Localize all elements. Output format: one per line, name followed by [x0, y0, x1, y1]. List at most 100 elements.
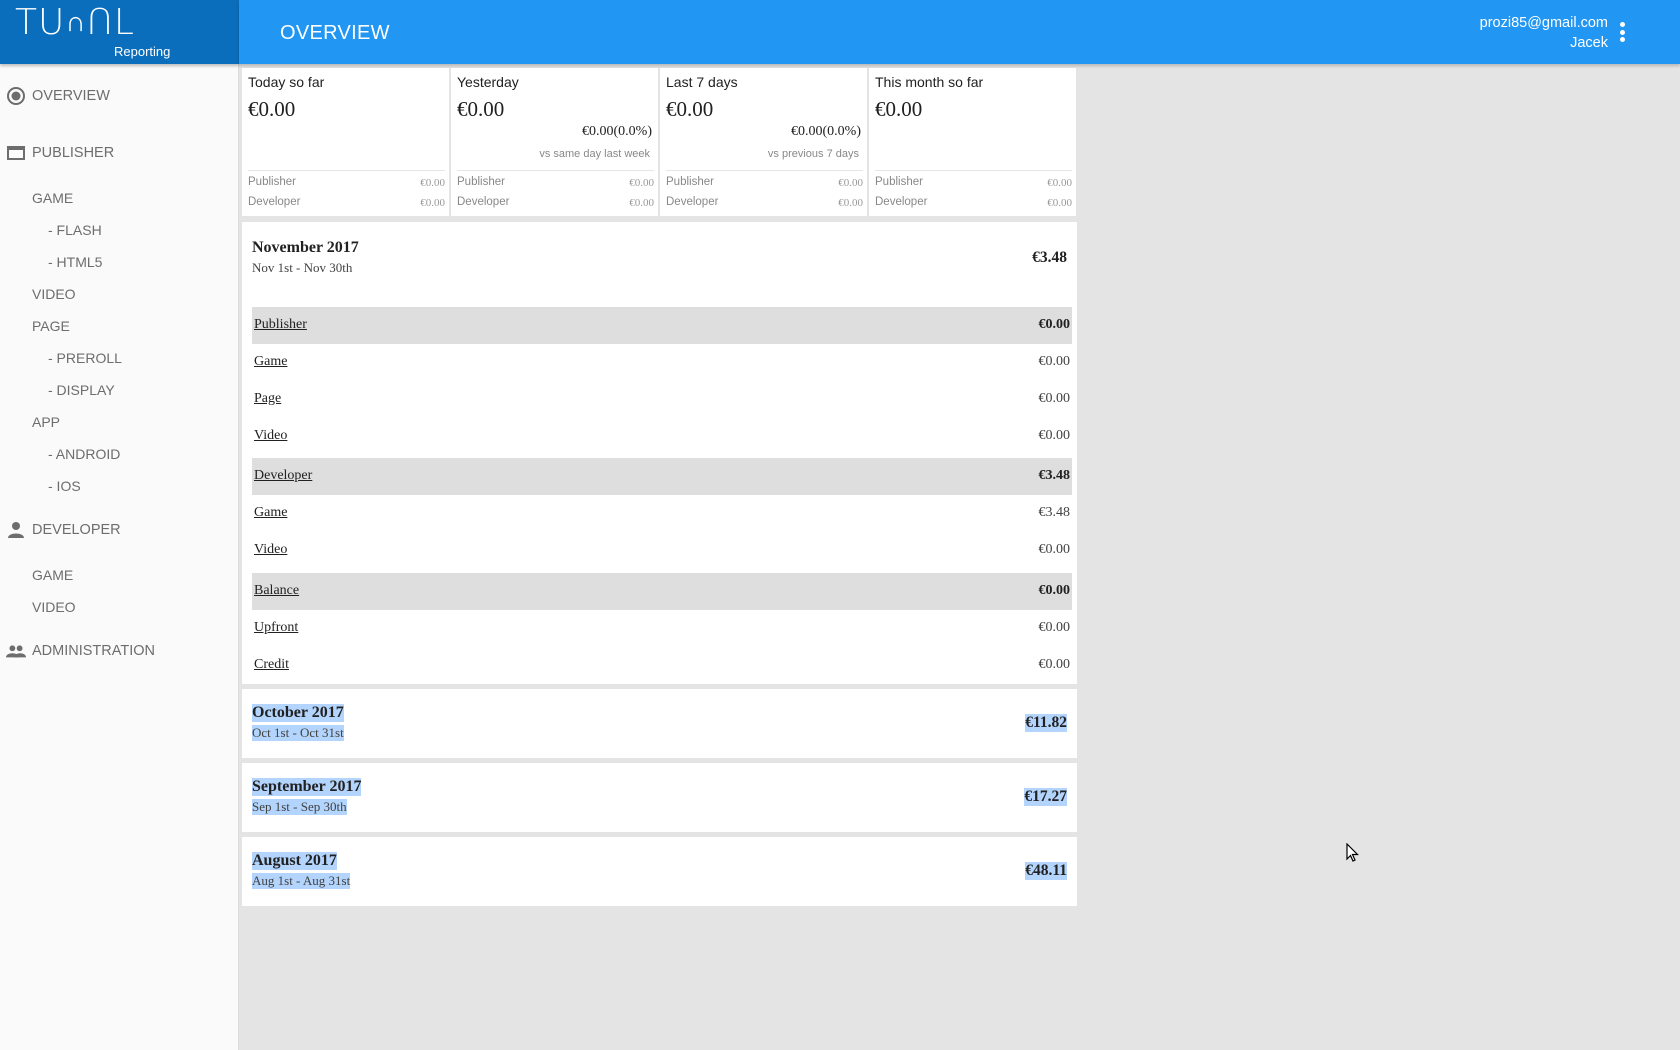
more-vert-icon[interactable] — [1618, 22, 1626, 42]
logo[interactable]: TU∩ՈL Reporting — [0, 0, 239, 64]
sidebar-item-label: VIDEO — [32, 599, 76, 615]
row-value: €0.00 — [1047, 177, 1072, 189]
sidebar-item-developer-video[interactable]: VIDEO — [0, 593, 239, 621]
sidebar-item-developer-game[interactable]: GAME — [0, 561, 239, 589]
sidebar: TU∩ՈL Reporting OVERVIEW PUBLISHER GAME … — [0, 0, 239, 1050]
sidebar-item-publisher-page[interactable]: PAGE — [0, 312, 239, 340]
sidebar-item-publisher-game[interactable]: GAME — [0, 184, 239, 212]
sidebar-item-publisher[interactable]: PUBLISHER — [0, 139, 239, 167]
month-name: October 2017 — [252, 704, 344, 722]
breakdown-link[interactable]: Balance — [254, 583, 299, 599]
month-name: November 2017 — [252, 239, 359, 256]
row-label: Publisher — [666, 176, 714, 188]
row-label: Developer — [875, 196, 928, 208]
breakdown-value: €0.00 — [1038, 354, 1071, 369]
card-divider — [875, 170, 1072, 171]
month-total: €11.82 — [1025, 714, 1067, 732]
row-value: €0.00 — [629, 177, 654, 189]
sidebar-item-developer[interactable]: DEVELOPER — [0, 516, 239, 544]
breakdown-link[interactable]: Upfront — [254, 620, 298, 636]
month-total: €48.11 — [1025, 862, 1067, 880]
month-total: €3.48 — [1032, 249, 1067, 266]
breakdown-row: Game €3.48 — [252, 495, 1072, 532]
sidebar-item-label: - DISPLAY — [48, 382, 115, 398]
sidebar-item-publisher-app[interactable]: APP — [0, 408, 239, 436]
month-panel-august[interactable]: August 2017 Aug 1st - Aug 31st €48.11 — [242, 837, 1077, 906]
row-value: €0.00 — [838, 197, 863, 209]
card-title: Today so far — [248, 74, 325, 90]
card-divider — [248, 170, 445, 171]
card-title: Last 7 days — [666, 74, 738, 90]
breakdown-row: Upfront €0.00 — [252, 610, 1072, 647]
card-value: €0.00 — [248, 97, 296, 121]
summary-card-today: Today so far €0.00 Publisher €0.00 Develo… — [242, 68, 449, 216]
people-icon — [6, 641, 26, 661]
breakdown-link[interactable]: Game — [254, 505, 287, 521]
month-total: €17.27 — [1024, 788, 1067, 806]
sidebar-item-label: - IOS — [48, 478, 81, 494]
sidebar-item-label: VIDEO — [32, 286, 76, 302]
month-range: Oct 1st - Oct 31st — [252, 725, 344, 741]
month-range: Aug 1st - Aug 31st — [252, 873, 351, 889]
breakdown-link[interactable]: Video — [254, 542, 287, 558]
month-panel-october[interactable]: October 2017 Oct 1st - Oct 31st €11.82 — [242, 689, 1077, 758]
sidebar-item-publisher-android[interactable]: - ANDROID — [0, 440, 239, 468]
card-row-developer: Developer €0.00 — [666, 196, 863, 212]
web-asset-icon — [6, 143, 26, 163]
breakdown-link[interactable]: Video — [254, 428, 287, 444]
radio-button-checked-icon — [6, 86, 26, 106]
breakdown-link[interactable]: Publisher — [254, 317, 307, 333]
breakdown-row: Video €0.00 — [252, 418, 1072, 455]
user-info: prozi85@gmail.com Jacek — [1480, 13, 1608, 53]
sidebar-item-publisher-ios[interactable]: - IOS — [0, 472, 239, 500]
sidebar-item-publisher-video[interactable]: VIDEO — [0, 280, 239, 308]
sidebar-item-publisher-display[interactable]: - DISPLAY — [0, 376, 239, 404]
row-label: Developer — [248, 196, 301, 208]
card-row-developer: Developer €0.00 — [457, 196, 654, 212]
card-title: This month so far — [875, 74, 984, 90]
sidebar-item-label: APP — [32, 414, 61, 430]
breakdown-value: €0.00 — [1038, 542, 1071, 557]
summary-card-this-month: This month so far €0.00 Publisher €0.00 D… — [869, 68, 1076, 216]
user-name: Jacek — [1570, 35, 1608, 51]
row-value: €0.00 — [838, 177, 863, 189]
sidebar-item-administration[interactable]: ADMINISTRATION — [0, 637, 239, 665]
breakdown-link[interactable]: Developer — [254, 468, 312, 484]
user-email: prozi85@gmail.com — [1479, 15, 1608, 31]
sidebar-item-publisher-html5[interactable]: - HTML5 — [0, 248, 239, 276]
breakdown-link[interactable]: Game — [254, 354, 287, 370]
month-name: September 2017 — [252, 778, 362, 796]
month-panel-november[interactable]: November 2017 Nov 1st - Nov 30th €3.48 P… — [242, 222, 1077, 684]
card-compare: €0.00(0.0%) — [582, 124, 652, 139]
breakdown-value: €0.00 — [1038, 391, 1071, 406]
summary-card-yesterday: Yesterday €0.00 €0.00(0.0%) vs same day … — [451, 68, 658, 216]
breakdown-value: €0.00 — [1038, 620, 1071, 635]
sidebar-item-overview[interactable]: OVERVIEW — [0, 82, 239, 110]
month-name: August 2017 — [252, 852, 337, 870]
summary-card-last-7-days: Last 7 days €0.00 €0.00(0.0%) vs previou… — [660, 68, 867, 216]
card-row-publisher: Publisher €0.00 — [248, 176, 445, 192]
month-range: Nov 1st - Nov 30th — [252, 260, 353, 275]
breakdown-row: Video €0.00 — [252, 532, 1072, 569]
month-panel-september[interactable]: September 2017 Sep 1st - Sep 30th €17.27 — [242, 763, 1077, 832]
card-value: €0.00 — [457, 97, 505, 121]
row-value: €0.00 — [629, 197, 654, 209]
card-row-developer: Developer €0.00 — [248, 196, 445, 212]
breakdown-value: €0.00 — [1038, 317, 1071, 332]
sidebar-item-label: - HTML5 — [48, 254, 103, 270]
card-value: €0.00 — [666, 97, 714, 121]
sidebar-item-label: GAME — [32, 190, 74, 206]
breakdown-link[interactable]: Credit — [254, 657, 289, 673]
breakdown-row: Game €0.00 — [252, 344, 1072, 381]
page-title: OVERVIEW — [280, 22, 390, 44]
sidebar-item-publisher-preroll[interactable]: - PREROLL — [0, 344, 239, 372]
sidebar-item-label: OVERVIEW — [32, 88, 110, 104]
month-range: Sep 1st - Sep 30th — [252, 799, 347, 815]
sidebar-item-publisher-flash[interactable]: - FLASH — [0, 216, 239, 244]
row-label: Publisher — [875, 176, 923, 188]
row-label: Developer — [457, 196, 510, 208]
breakdown-link[interactable]: Page — [254, 391, 281, 407]
person-icon — [6, 520, 26, 540]
sidebar-item-label: - FLASH — [48, 222, 102, 238]
breakdown-value: €3.48 — [1038, 505, 1071, 520]
